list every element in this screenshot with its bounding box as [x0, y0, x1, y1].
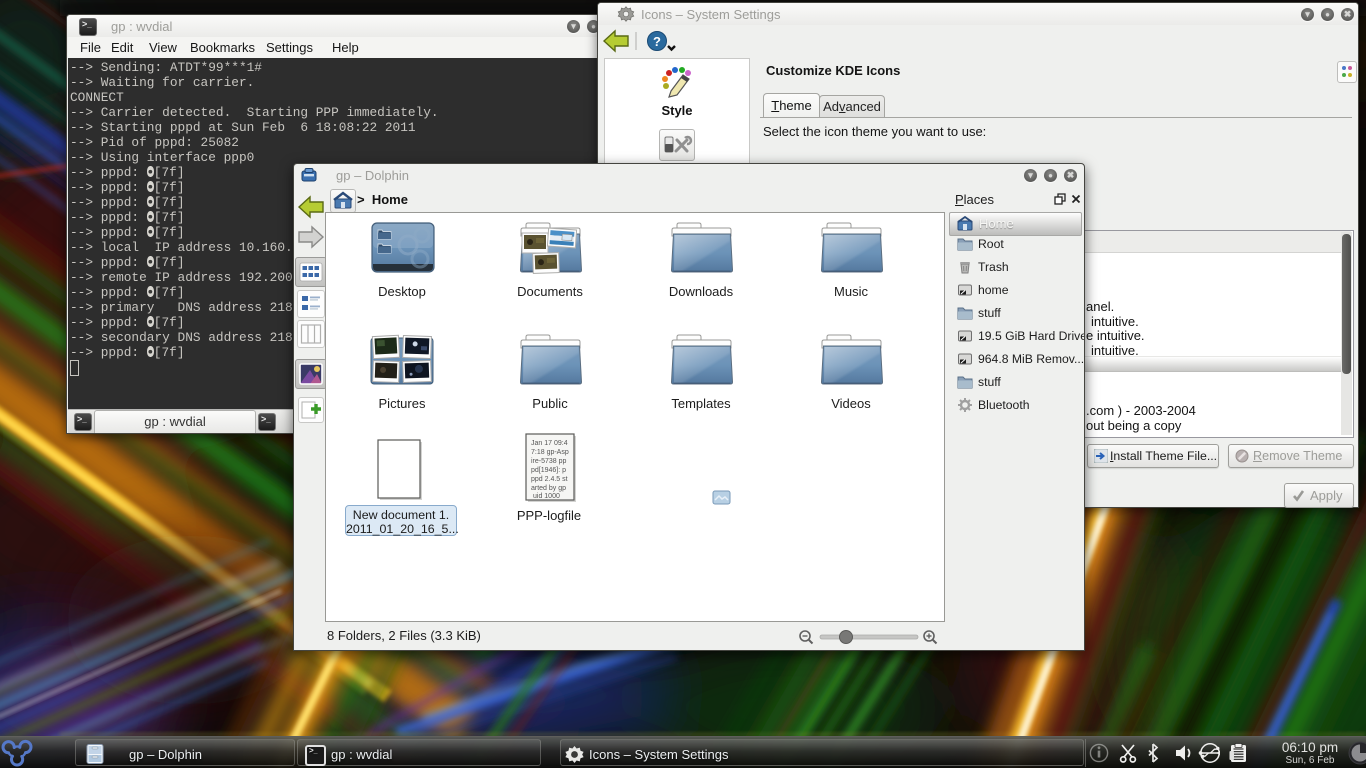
svg-text:?: ? — [653, 34, 661, 49]
svg-text:pd[1946]: p: pd[1946]: p — [531, 467, 566, 474]
svg-text:uid 1000: uid 1000 — [533, 493, 560, 500]
svg-text:arted by gp: arted by gp — [531, 485, 566, 492]
svg-text:7:18 gp-Asp: 7:18 gp-Asp — [531, 449, 569, 456]
svg-text:Jan 17 09:4: Jan 17 09:4 — [531, 440, 568, 447]
svg-text:ire-5738 pp: ire-5738 pp — [531, 458, 567, 465]
svg-text:ppd 2.4.5 st: ppd 2.4.5 st — [531, 476, 568, 483]
